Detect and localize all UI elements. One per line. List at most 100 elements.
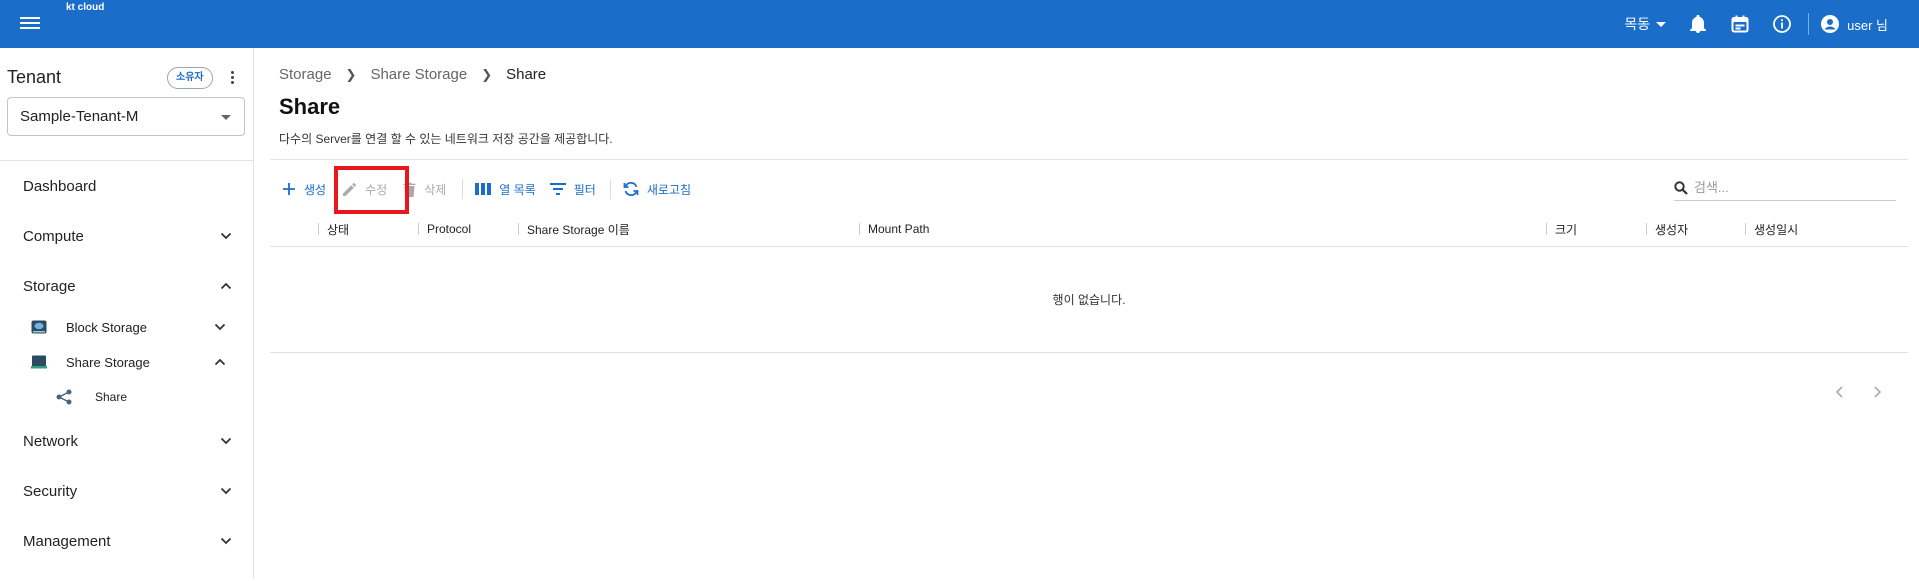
sidebar-item-label: Management xyxy=(23,532,111,550)
chevron-down-icon xyxy=(220,232,232,240)
sidebar-item-label: Security xyxy=(23,482,78,500)
menu-icon[interactable] xyxy=(20,14,40,34)
pencil-icon xyxy=(343,182,357,196)
next-page-icon[interactable] xyxy=(1869,384,1885,400)
refresh-label: 새로고침 xyxy=(646,182,692,197)
sidebar-item-block-storage[interactable]: Block Storage xyxy=(31,316,227,338)
caret-down-icon xyxy=(221,115,231,120)
column-header-created-at[interactable]: 생성일시 xyxy=(1745,222,1799,237)
share-storage-icon xyxy=(31,355,47,369)
sidebar-leaf-label: Share xyxy=(95,390,128,404)
filter-label: 필터 xyxy=(573,182,596,197)
calendar-icon[interactable] xyxy=(1730,14,1750,34)
sidebar-item-security[interactable]: Security xyxy=(23,479,233,503)
sidebar-item-dashboard[interactable]: Dashboard xyxy=(23,174,233,198)
chevron-right-icon: ❯ xyxy=(345,66,357,82)
breadcrumb: Storage ❯ Share Storage ❯ Share xyxy=(279,66,546,83)
breadcrumb-storage[interactable]: Storage xyxy=(279,66,332,83)
delete-button[interactable]: 삭제 xyxy=(403,179,446,199)
owner-badge[interactable]: 소유자 xyxy=(167,67,213,89)
chevron-right-icon: ❯ xyxy=(481,66,493,82)
more-vert-icon[interactable] xyxy=(225,70,239,86)
search-input[interactable] xyxy=(1694,180,1884,195)
toolbar-divider xyxy=(1808,13,1810,35)
column-header-label: Mount Path xyxy=(868,222,930,236)
prev-page-icon[interactable] xyxy=(1832,384,1848,400)
grid-toolbar: 생성 수정 삭제 열 목록 필터 새로고침 xyxy=(282,179,691,199)
sidebar-item-storage[interactable]: Storage xyxy=(23,274,233,298)
main-content: Storage ❯ Share Storage ❯ Share Share 다수… xyxy=(255,48,1919,578)
sidebar-item-label: Dashboard xyxy=(23,177,97,195)
plus-icon xyxy=(283,183,295,195)
breadcrumb-share: Share xyxy=(506,66,547,83)
page-title: Share xyxy=(279,94,341,119)
delete-label: 삭제 xyxy=(424,182,447,197)
column-header-label: 생성자 xyxy=(1655,222,1689,237)
top-app-bar: kt cloud CLOUD SDDC 목동 user 님 xyxy=(0,0,1919,77)
bell-icon[interactable] xyxy=(1688,14,1708,34)
empty-message-text: 행이 없습니다. xyxy=(1052,293,1126,307)
column-header-status[interactable]: 상태 xyxy=(318,222,350,237)
create-label: 생성 xyxy=(304,182,327,197)
user-name: user 님 xyxy=(1847,17,1888,33)
column-header-label: Protocol xyxy=(427,222,472,236)
sidebar-item-compute[interactable]: Compute xyxy=(23,224,233,248)
page-description: 다수의 Server를 연결 할 수 있는 네트워크 저장 공간을 제공합니다. xyxy=(279,132,613,146)
columns-label: 열 목록 xyxy=(499,182,536,197)
empty-rows-message: 행이 없습니다. xyxy=(270,247,1908,353)
chevron-up-icon xyxy=(214,358,226,366)
tenant-select-value: Sample-Tenant-M xyxy=(20,108,139,125)
refresh-button[interactable]: 새로고침 xyxy=(623,179,691,199)
tenant-select[interactable]: Sample-Tenant-M xyxy=(7,97,245,136)
user-menu[interactable]: user 님 xyxy=(1821,15,1888,34)
sidebar-item-network[interactable]: Network xyxy=(23,429,233,453)
region-label: 목동 xyxy=(1624,16,1651,32)
sidebar-item-share-storage[interactable]: Share Storage xyxy=(31,351,227,373)
caret-down-icon xyxy=(1656,21,1667,27)
sidebar-sub-label: Share Storage xyxy=(66,354,150,370)
grid-header: 상태 Protocol Share Storage 이름 Mount Path … xyxy=(270,211,1908,247)
chevron-down-icon xyxy=(220,437,232,445)
sidebar-divider xyxy=(0,160,254,161)
sidebar-item-label: Storage xyxy=(23,277,76,295)
edit-label: 수정 xyxy=(365,182,388,197)
column-header-creator[interactable]: 생성자 xyxy=(1646,222,1689,237)
edit-button[interactable]: 수정 xyxy=(342,179,387,199)
sidebar-item-share[interactable]: Share xyxy=(56,387,216,407)
filter-button[interactable]: 필터 xyxy=(549,179,596,199)
columns-button[interactable]: 열 목록 xyxy=(475,179,536,199)
sidebar-sub-label: Block Storage xyxy=(66,319,147,335)
search-box xyxy=(1674,175,1896,201)
chevron-up-icon xyxy=(220,282,232,290)
chevron-down-icon xyxy=(220,487,232,495)
column-header-protocol[interactable]: Protocol xyxy=(418,222,471,236)
breadcrumb-share-storage[interactable]: Share Storage xyxy=(370,66,467,83)
sidebar-item-management[interactable]: Management xyxy=(23,529,233,553)
region-selector[interactable]: 목동 xyxy=(1624,14,1667,34)
app-logo[interactable]: kt cloud CLOUD SDDC xyxy=(64,2,510,77)
column-header-label: 상태 xyxy=(327,222,350,237)
column-header-size[interactable]: 크기 xyxy=(1546,222,1578,237)
tenant-title: Tenant xyxy=(7,67,62,87)
info-icon[interactable] xyxy=(1772,14,1792,34)
sidebar: Tenant 소유자 Sample-Tenant-M Dashboard Com… xyxy=(0,48,254,578)
toolbar-divider xyxy=(462,179,464,199)
logo-small-text: kt cloud xyxy=(66,2,105,13)
sidebar-item-label: Network xyxy=(23,432,79,450)
block-storage-icon xyxy=(31,320,47,334)
view-column-icon xyxy=(475,183,492,195)
column-header-share-storage-name[interactable]: Share Storage 이름 xyxy=(518,222,630,237)
share-icon xyxy=(56,389,72,405)
column-header-label: 생성일시 xyxy=(1754,222,1799,237)
filter-icon xyxy=(549,183,566,195)
create-button[interactable]: 생성 xyxy=(282,179,326,199)
search-icon xyxy=(1674,180,1688,195)
column-header-label: Share Storage 이름 xyxy=(527,222,630,237)
sidebar-item-label: Compute xyxy=(23,227,84,245)
account-icon xyxy=(1821,15,1840,33)
trash-icon xyxy=(403,182,416,197)
column-header-label: 크기 xyxy=(1555,222,1578,237)
column-header-mount-path[interactable]: Mount Path xyxy=(859,222,929,236)
content-divider xyxy=(270,159,1908,160)
toolbar-divider xyxy=(609,179,611,199)
